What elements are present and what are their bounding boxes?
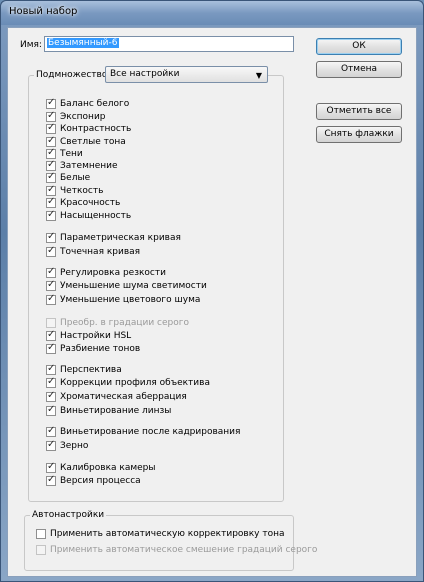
setting-checkbox-row[interactable]: Светлые тона (46, 135, 126, 148)
setting-checkbox-label: Светлые тона (60, 137, 126, 147)
setting-checkbox-label: Баланс белого (60, 99, 130, 109)
checkbox-checked[interactable] (46, 209, 56, 221)
checkbox-checked[interactable] (46, 266, 56, 278)
setting-checkbox-row[interactable]: Насыщенность (46, 209, 132, 222)
dialog-window: Новый набор Имя: Безымянный-6 ОК Отмена … (0, 0, 424, 582)
setting-checkbox-label: Уменьшение шума светимости (60, 281, 207, 291)
auto-checkbox-row[interactable]: Применить автоматическую корректировку т… (36, 528, 285, 540)
title-bar[interactable]: Новый набор (1, 1, 423, 25)
setting-checkbox-label: Разбиение тонов (60, 344, 141, 354)
checkbox-unchecked (46, 318, 56, 328)
checkbox-checked[interactable] (46, 184, 56, 196)
checkbox-checked[interactable] (46, 110, 56, 122)
setting-checkbox-row: Преобр. в градации серого (46, 317, 189, 329)
checkbox-checked[interactable] (46, 196, 56, 208)
uncheck-all-button[interactable]: Снять флажки (316, 126, 402, 143)
checkbox-checked[interactable] (46, 404, 56, 416)
checkbox-checked[interactable] (46, 390, 56, 402)
setting-checkbox-row[interactable]: Виньетирование после кадрирования (46, 425, 241, 438)
checkbox-checked[interactable] (46, 97, 56, 109)
checkbox-checked[interactable] (46, 461, 56, 473)
setting-checkbox-label: Красочность (60, 198, 121, 208)
cancel-button[interactable]: Отмена (316, 61, 402, 78)
checkbox-checked[interactable] (46, 329, 56, 341)
window-title: Новый набор (9, 6, 78, 17)
setting-checkbox-label: Контрастность (60, 124, 132, 134)
ok-button[interactable]: ОК (316, 38, 402, 55)
auto-checkbox-label: Применить автоматическое смешение градац… (50, 545, 318, 555)
setting-checkbox-row[interactable]: Регулировка резкости (46, 266, 166, 279)
checkbox-checked[interactable] (46, 159, 56, 171)
subset-label: Подмножество: (34, 70, 113, 80)
setting-checkbox-label: Преобр. в градации серого (60, 318, 189, 328)
checkbox-checked[interactable] (46, 376, 56, 388)
auto-checkbox-row: Применить автоматическое смешение градац… (36, 544, 317, 556)
auto-group (24, 515, 294, 571)
setting-checkbox-row[interactable]: Перспектива (46, 363, 122, 376)
setting-checkbox-row[interactable]: Разбиение тонов (46, 342, 141, 355)
setting-checkbox-label: Точечная кривая (60, 247, 141, 257)
setting-checkbox-row[interactable]: Настройки HSL (46, 329, 132, 342)
checkbox-checked[interactable] (46, 122, 56, 134)
setting-checkbox-row[interactable]: Коррекции профиля объектива (46, 376, 210, 389)
checkbox-checked[interactable] (46, 279, 56, 291)
setting-checkbox-row[interactable]: Красочность (46, 196, 121, 209)
setting-checkbox-label: Затемнение (60, 161, 118, 171)
setting-checkbox-label: Тени (60, 149, 83, 159)
subset-select[interactable]: Все настройки ▼ (105, 66, 268, 83)
setting-checkbox-label: Зерно (60, 441, 89, 451)
checkbox-checked[interactable] (46, 231, 56, 243)
setting-checkbox-row[interactable]: Затемнение (46, 159, 118, 172)
checkbox-unchecked (36, 545, 46, 555)
setting-checkbox-label: Настройки HSL (60, 331, 132, 341)
setting-checkbox-label: Насыщенность (60, 211, 132, 221)
setting-checkbox-label: Хроматическая аберрация (60, 392, 187, 402)
setting-checkbox-row[interactable]: Хроматическая аберрация (46, 390, 187, 403)
name-label: Имя: (20, 40, 42, 50)
checkbox-checked[interactable] (46, 135, 56, 147)
setting-checkbox-row[interactable]: Виньетирование линзы (46, 404, 172, 417)
dialog-body: Имя: Безымянный-6 ОК Отмена Отметить все… (7, 27, 417, 577)
setting-checkbox-label: Перспектива (60, 365, 122, 375)
setting-checkbox-label: Белые (60, 173, 91, 183)
checkbox-unchecked[interactable] (36, 529, 46, 539)
checkbox-checked[interactable] (46, 342, 56, 354)
checkbox-checked[interactable] (46, 363, 56, 375)
name-input[interactable]: Безымянный-6 (44, 36, 294, 52)
name-value: Безымянный-6 (47, 38, 119, 48)
chevron-down-icon: ▼ (255, 71, 262, 80)
checkbox-checked[interactable] (46, 439, 56, 451)
setting-checkbox-row[interactable]: Белые (46, 171, 91, 184)
checkbox-checked[interactable] (46, 425, 56, 437)
check-all-button[interactable]: Отметить все (316, 103, 402, 120)
checkbox-checked[interactable] (46, 474, 56, 486)
setting-checkbox-label: Параметрическая кривая (60, 233, 181, 243)
setting-checkbox-row[interactable]: Калибровка камеры (46, 461, 156, 474)
setting-checkbox-row[interactable]: Версия процесса (46, 474, 141, 487)
setting-checkbox-label: Калибровка камеры (60, 463, 156, 473)
setting-checkbox-label: Коррекции профиля объектива (60, 378, 210, 388)
setting-checkbox-label: Четкость (60, 186, 104, 196)
setting-checkbox-row[interactable]: Зерно (46, 439, 89, 452)
setting-checkbox-row[interactable]: Уменьшение цветового шума (46, 293, 201, 306)
auto-checkbox-label: Применить автоматическую корректировку т… (50, 529, 285, 539)
setting-checkbox-row[interactable]: Точечная кривая (46, 245, 141, 258)
auto-group-label: Автонастройки (30, 510, 107, 520)
setting-checkbox-label: Экспонир (60, 112, 106, 122)
checkbox-checked[interactable] (46, 171, 56, 183)
setting-checkbox-label: Версия процесса (60, 476, 141, 486)
setting-checkbox-row[interactable]: Контрастность (46, 122, 132, 135)
setting-checkbox-row[interactable]: Баланс белого (46, 97, 130, 110)
setting-checkbox-label: Виньетирование после кадрирования (60, 427, 241, 437)
checkbox-checked[interactable] (46, 245, 56, 257)
checkbox-checked[interactable] (46, 147, 56, 159)
setting-checkbox-label: Регулировка резкости (60, 268, 166, 278)
setting-checkbox-row[interactable]: Параметрическая кривая (46, 231, 181, 244)
setting-checkbox-row[interactable]: Уменьшение шума светимости (46, 279, 207, 292)
setting-checkbox-label: Виньетирование линзы (60, 406, 172, 416)
checkbox-checked[interactable] (46, 293, 56, 305)
setting-checkbox-label: Уменьшение цветового шума (60, 295, 201, 305)
subset-value: Все настройки (110, 69, 180, 79)
